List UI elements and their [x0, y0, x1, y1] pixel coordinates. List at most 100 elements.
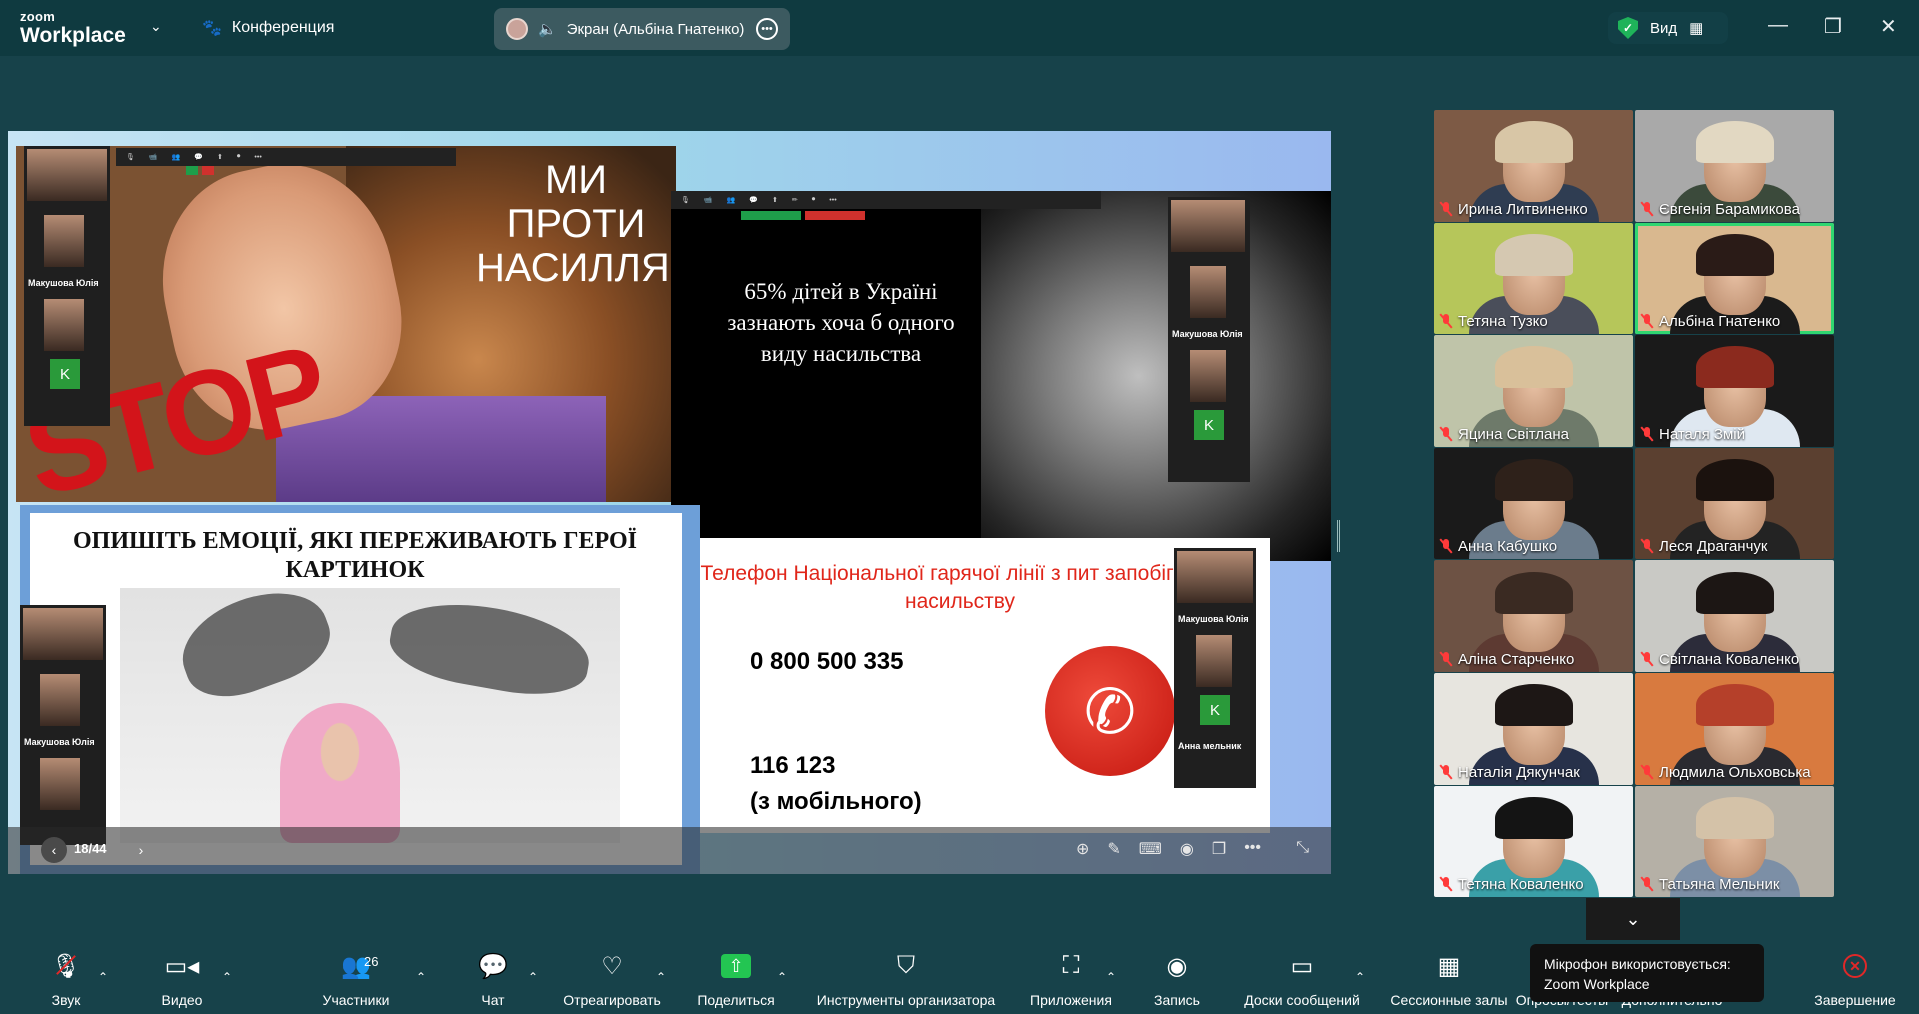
chevron-down-icon[interactable]: ⌄ [150, 18, 162, 35]
participant-name-tag: Тетяна Тузко [1440, 313, 1548, 330]
participant-hair [1695, 571, 1774, 614]
nested-video-thumb [1171, 200, 1245, 252]
slide-task-text: ОПИШІТЬ ЕМОЦІЇ, ЯКІ ПЕРЕЖИВАЮТЬ ГЕРОЇ КА… [73, 528, 637, 583]
nested-participant-name: Макушова Юлія [24, 737, 95, 747]
mic-muted-icon [1440, 651, 1452, 667]
nested-video-thumb [44, 215, 84, 267]
exit-fullscreen-icon[interactable]: ⤡ [1296, 839, 1309, 857]
prev-slide-button[interactable]: ‹ [41, 837, 67, 863]
nested-participant-name: Анна мельник [1178, 741, 1242, 751]
participant-tile[interactable]: Леся Драганчук [1635, 447, 1834, 560]
participant-tile[interactable]: Яцина Світлана [1434, 335, 1633, 447]
participant-name: Тетяна Тузко [1458, 313, 1548, 331]
window-icon[interactable]: ❐ [1212, 839, 1226, 859]
conference-button[interactable]: 🐾 Конференция [202, 18, 334, 38]
participant-tile[interactable]: Альбіна Гнатенко [1635, 222, 1834, 335]
page-indicator: 18/44 [74, 841, 107, 856]
react-caret-icon[interactable]: ⌃ [656, 970, 666, 984]
participant-tile[interactable]: Аліна Старченко [1434, 560, 1633, 672]
participant-tile[interactable]: Анна Кабушко [1434, 447, 1633, 560]
nested-participant-name: Макушова Юлія [1172, 329, 1243, 339]
audio-caret-icon[interactable]: ⌃ [98, 970, 108, 984]
participant-name-tag: Анна Кабушко [1440, 538, 1557, 555]
participant-tile[interactable]: Євгенія Барамикова [1635, 110, 1834, 222]
keyboard-icon[interactable]: ⌨ [1139, 839, 1162, 859]
shadow-hand-left [169, 588, 341, 711]
view-button[interactable]: ✓ Вид ▦ [1608, 12, 1728, 44]
zoom-in-icon[interactable]: ⊕ [1076, 839, 1089, 859]
more-options-icon[interactable]: ••• [756, 18, 778, 40]
host-tools-label: Инструменты организатора [816, 992, 996, 1008]
participant-name: Євгенія Барамикова [1659, 200, 1800, 218]
gallery-scroll-down-button[interactable]: ⌄ [1586, 898, 1680, 940]
participant-gallery: Ирина Литвиненко Євгенія Барамикова Тетяна… [1434, 110, 1834, 898]
security-shield-icon: ✓ [1618, 17, 1638, 39]
participant-hair [1494, 121, 1573, 164]
slide-photo-child [280, 703, 400, 843]
mic-muted-icon [1440, 314, 1452, 329]
slide-hotline-title: Телефон Національної гарячої лінії з пит… [700, 562, 1220, 613]
participant-tile[interactable]: Людмила Ольховська [1635, 672, 1834, 785]
whiteboards-button[interactable]: ▭ Доски сообщений [1232, 946, 1372, 1009]
mobile-hotline-number: 116 123 [750, 752, 836, 779]
nested-video-thumb [23, 608, 103, 660]
end-meeting-button[interactable]: ✕ Завершение [1795, 946, 1915, 1008]
participant-tile[interactable]: Татьяна Мельник [1635, 785, 1834, 898]
mic-muted-icon [1641, 426, 1653, 442]
participant-name: Аліна Старченко [1458, 650, 1575, 668]
share-caret-icon[interactable]: ⌃ [777, 970, 787, 984]
participant-tile[interactable]: Тетяна Коваленко [1434, 785, 1633, 898]
chat-caret-icon[interactable]: ⌃ [528, 970, 538, 984]
next-slide-button[interactable]: › [128, 837, 154, 863]
shield-icon: ⛉ [897, 952, 915, 979]
record-button[interactable]: ◉ Запись [1117, 946, 1237, 1009]
nested-participant-name: Макушова Юлія [1178, 614, 1249, 624]
participant-tile[interactable]: Наталія Дякунчак [1434, 672, 1633, 785]
participant-hair [1494, 571, 1573, 614]
participant-name: Анна Кабушко [1458, 538, 1558, 556]
nested-avatar-k: K [1200, 695, 1230, 725]
chat-icon: 💬 [478, 952, 508, 980]
nested-video-thumb [40, 758, 80, 810]
mic-muted-icon [1440, 877, 1452, 892]
participant-tile[interactable]: Світлана Коваленко [1635, 560, 1834, 672]
participant-name-tag: Євгенія Барамикова [1641, 201, 1800, 218]
participant-tile[interactable]: Ирина Литвиненко [1434, 110, 1633, 222]
remote-control-icon[interactable]: ◉ [1180, 839, 1194, 859]
participant-hair [1494, 796, 1573, 839]
participant-tile[interactable]: Наталя Змій [1635, 335, 1834, 447]
title-bar: zoom Workplace ⌄ 🐾 Конференция 🔈 Экран (… [0, 0, 1919, 56]
audio-label: Звук [51, 992, 81, 1008]
nested-status-bar [186, 166, 214, 175]
restore-icon[interactable]: ❐ [1824, 14, 1842, 39]
chat-label: Чат [481, 992, 505, 1008]
host-tools-button[interactable]: ⛉ Инструменты организатора [801, 946, 1011, 1008]
participants-caret-icon[interactable]: ⌃ [416, 970, 426, 984]
nested-avatar-k: K [50, 359, 80, 389]
participant-hair [1695, 458, 1774, 501]
nested-participant-strip: Макушова Юлія K [1168, 197, 1250, 482]
participant-hair [1494, 346, 1573, 389]
participant-tile[interactable]: Тетяна Тузко [1434, 222, 1633, 335]
view-label: Вид [1650, 19, 1678, 37]
pen-icon[interactable]: ✎ [1107, 839, 1120, 859]
mic-muted-icon [1440, 426, 1452, 442]
slide-slogan: МИ ПРОТИ НАСИЛЛЯ! [476, 158, 676, 290]
video-caret-icon[interactable]: ⌃ [222, 970, 232, 984]
screen-share-indicator[interactable]: 🔈 Экран (Альбіна Гнатенко) ••• [494, 8, 790, 50]
react-label: Отреагировать [563, 992, 661, 1008]
more-icon[interactable]: ••• [1244, 839, 1261, 859]
react-button[interactable]: ♡ Отреагировать [552, 946, 672, 1009]
splitter-handle[interactable] [1337, 520, 1340, 552]
breakout-rooms-button[interactable]: ▦ Сессионные залы [1379, 946, 1519, 1009]
participant-name: Яцина Світлана [1458, 425, 1569, 443]
participant-name-tag: Людмила Ольховська [1641, 764, 1811, 781]
nested-participant-name: Макушова Юлія [28, 278, 99, 288]
shadow-hand-right [384, 591, 596, 705]
minimize-icon[interactable]: — [1768, 14, 1788, 37]
participants-label: Участники [322, 992, 390, 1008]
close-icon[interactable]: ✕ [1880, 14, 1897, 39]
whiteboards-caret-icon[interactable]: ⌃ [1355, 970, 1365, 984]
apps-caret-icon[interactable]: ⌃ [1106, 970, 1116, 984]
participants-button[interactable]: 👥 26 Участники [296, 946, 416, 1009]
